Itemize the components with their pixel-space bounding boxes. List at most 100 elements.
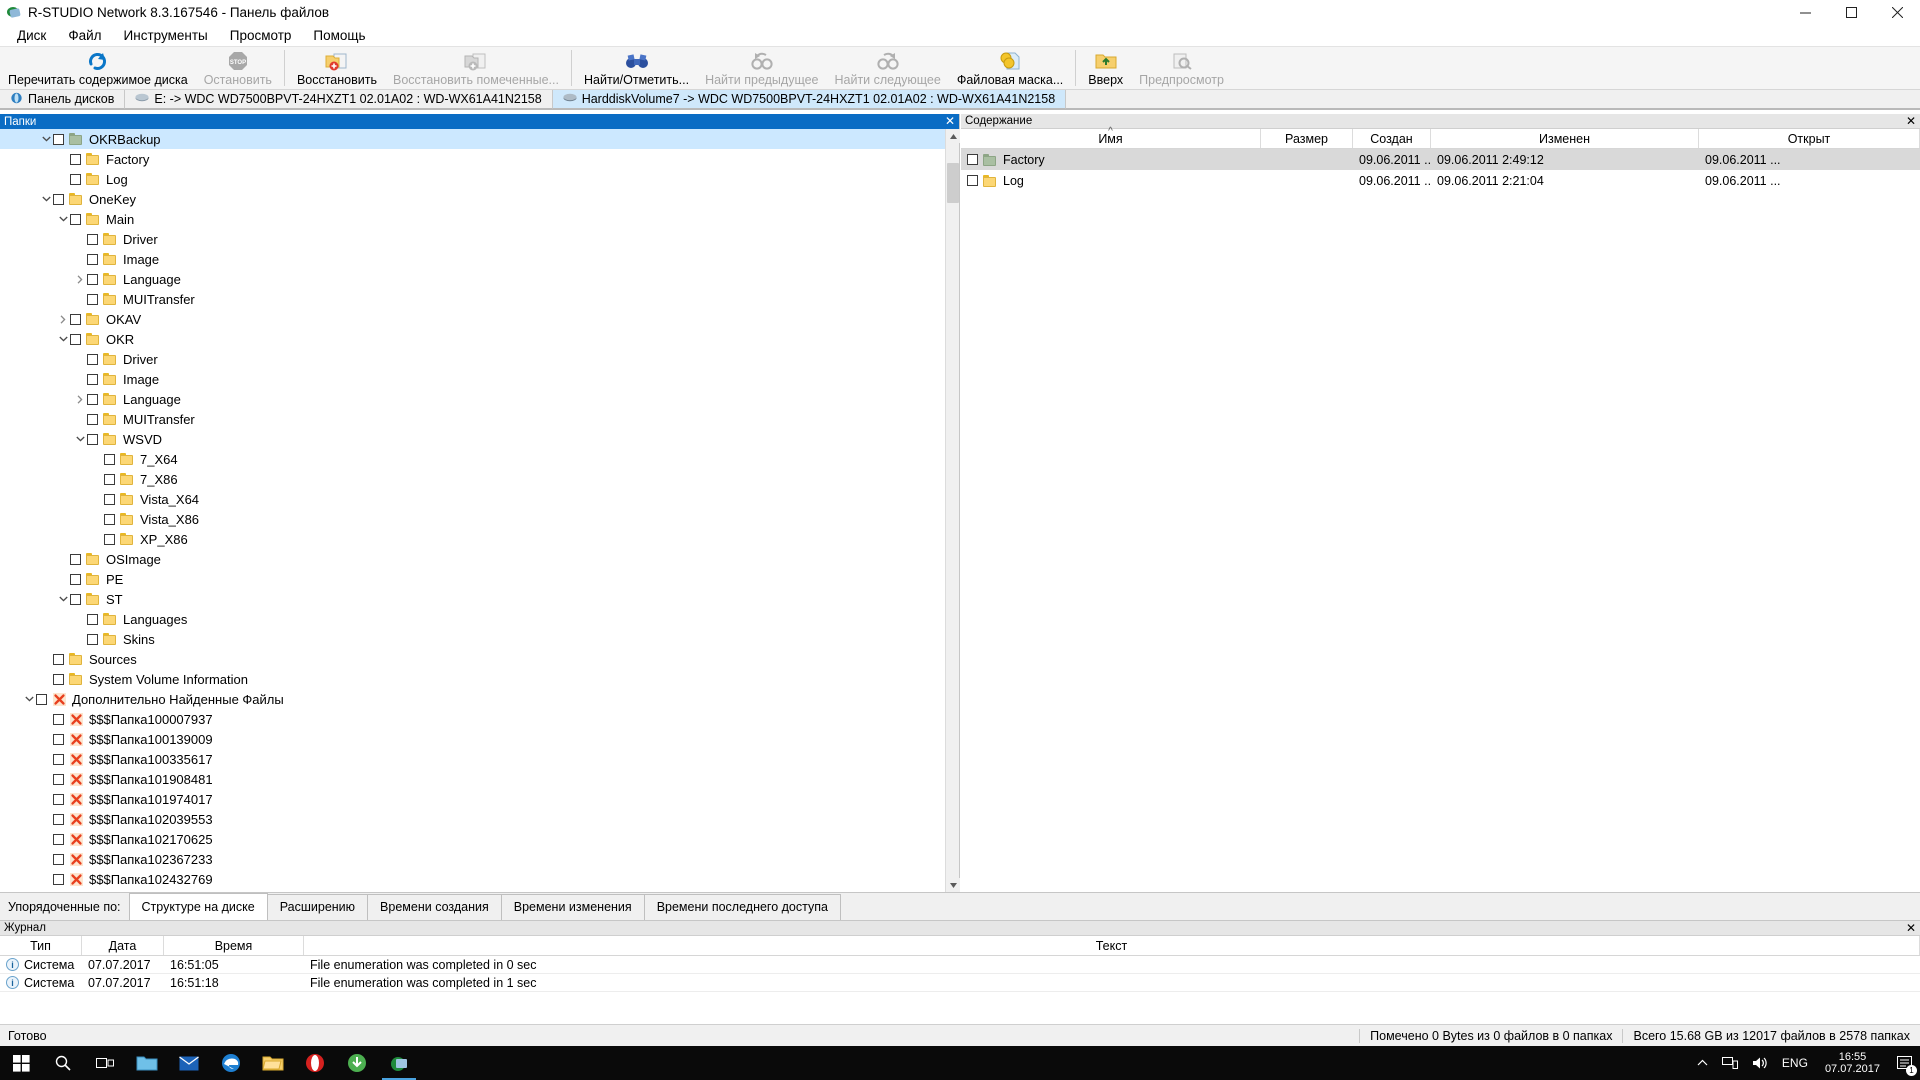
close-icon[interactable]: ✕ — [945, 114, 955, 129]
journal-header-text[interactable]: Текст — [304, 936, 1920, 955]
tree-item[interactable]: Main — [0, 209, 959, 229]
chevron-down-icon[interactable] — [73, 429, 87, 449]
tree-item[interactable]: MUITransfer — [0, 289, 959, 309]
clock[interactable]: 16:55 07.07.2017 — [1815, 1051, 1890, 1075]
toolbar-button-rescan[interactable]: Перечитать содержимое диска — [0, 47, 196, 89]
toolbar-button-recover-marked[interactable]: Восстановить помеченные... — [385, 47, 567, 89]
tree-item[interactable]: $$$Папка100139009 — [0, 729, 959, 749]
tree-item-checkbox[interactable] — [87, 253, 98, 265]
tree-item-checkbox[interactable] — [70, 153, 81, 165]
chevron-right-icon[interactable] — [56, 309, 70, 329]
tree-item-checkbox[interactable] — [87, 233, 98, 245]
tree-item[interactable]: OKRBackup — [0, 129, 959, 149]
content-column-header[interactable]: Создан — [1353, 129, 1431, 148]
chevron-down-icon[interactable] — [56, 209, 70, 229]
journal-header-time[interactable]: Время — [164, 936, 304, 955]
notifications-icon[interactable]: 1 — [1890, 1046, 1920, 1080]
tree-item[interactable]: PE — [0, 569, 959, 589]
menu-item-file[interactable]: Файл — [57, 26, 112, 45]
taskbar-app-edge[interactable] — [210, 1046, 252, 1080]
chevron-right-icon[interactable] — [73, 389, 87, 409]
tree-item[interactable]: Vista_X64 — [0, 489, 959, 509]
taskbar-app-rstudio[interactable] — [378, 1046, 420, 1080]
journal-row[interactable]: i Система 07.07.2017 16:51:18 File enumerati… — [0, 974, 1920, 992]
content-column-header[interactable]: Открыт — [1699, 129, 1920, 148]
tree-item-checkbox[interactable] — [53, 133, 64, 145]
volume-icon[interactable] — [1745, 1056, 1775, 1070]
tree-item[interactable]: Language — [0, 269, 959, 289]
tree-item[interactable]: $$$Папка101908481 — [0, 769, 959, 789]
tree-item-checkbox[interactable] — [87, 373, 98, 385]
menu-item-tools[interactable]: Инструменты — [113, 26, 219, 45]
menu-item-view[interactable]: Просмотр — [219, 26, 303, 45]
tree-item[interactable]: MUITransfer — [0, 409, 959, 429]
tree-item[interactable]: ST — [0, 589, 959, 609]
taskbar-app-torrent[interactable] — [336, 1046, 378, 1080]
scroll-up-arrow-icon[interactable] — [946, 129, 960, 143]
tree-item[interactable]: 7_X86 — [0, 469, 959, 489]
tree-item[interactable]: Image — [0, 369, 959, 389]
tree-item[interactable]: OneKey — [0, 189, 959, 209]
sort-tab[interactable]: Структуре на диске — [128, 893, 268, 920]
chevron-down-icon[interactable] — [39, 129, 53, 149]
tree-item-checkbox[interactable] — [70, 173, 81, 185]
tree-item[interactable]: System Volume Information — [0, 669, 959, 689]
toolbar-button-preview[interactable]: Предпросмотр — [1131, 47, 1232, 89]
tree-item[interactable]: Sources — [0, 649, 959, 669]
tree-item[interactable]: OKAV — [0, 309, 959, 329]
journal-row[interactable]: i Система 07.07.2017 16:51:05 File enumerati… — [0, 956, 1920, 974]
tree-item[interactable]: OKR — [0, 329, 959, 349]
menu-item-disk[interactable]: Диск — [6, 26, 57, 45]
tree-item-checkbox[interactable] — [104, 453, 115, 465]
sort-tab[interactable]: Времени последнего доступа — [643, 894, 841, 920]
scroll-down-arrow-icon[interactable] — [946, 878, 960, 892]
search-button[interactable] — [42, 1046, 84, 1080]
tree-vertical-scrollbar[interactable] — [945, 129, 960, 892]
tree-item[interactable]: OSImage — [0, 549, 959, 569]
content-column-header[interactable]: Размер — [1261, 129, 1353, 148]
folders-tree-scroll-area[interactable]: OKRBackup Factory Log OneKey Main Driver Image… — [0, 129, 959, 892]
scroll-thumb[interactable] — [947, 163, 959, 203]
chevron-down-icon[interactable] — [39, 189, 53, 209]
row-checkbox[interactable] — [967, 175, 978, 186]
close-icon[interactable] — [1874, 0, 1920, 24]
tree-item[interactable]: $$$Папка102170625 — [0, 829, 959, 849]
sort-tab[interactable]: Расширению — [266, 894, 369, 920]
tree-item[interactable]: $$$Папка102432769 — [0, 869, 959, 889]
tree-item-checkbox[interactable] — [87, 393, 98, 405]
toolbar-button-find-mark[interactable]: Найти/Отметить... — [576, 47, 697, 89]
tree-item[interactable]: Log — [0, 169, 959, 189]
taskbar-app-mail[interactable] — [168, 1046, 210, 1080]
tree-item-checkbox[interactable] — [53, 713, 64, 725]
tree-item-checkbox[interactable] — [87, 633, 98, 645]
tab-disk-e[interactable]: E: -> WDC WD7500BPVT-24HXZT1 02.01A02 : … — [125, 90, 553, 109]
menu-item-help[interactable]: Помощь — [302, 26, 376, 45]
sort-tab[interactable]: Времени создания — [367, 894, 502, 920]
tree-item-checkbox[interactable] — [53, 813, 64, 825]
table-row[interactable]: Log 09.06.2011 ... 09.06.2011 2:21:04 09.06… — [961, 170, 1920, 191]
tree-item[interactable]: Language — [0, 389, 959, 409]
chevron-down-icon[interactable] — [56, 329, 70, 349]
tree-item-checkbox[interactable] — [53, 753, 64, 765]
tab-harddiskvolume7[interactable]: HarddiskVolume7 -> WDC WD7500BPVT-24HXZT… — [552, 90, 1067, 109]
tree-item-checkbox[interactable] — [53, 673, 64, 685]
toolbar-button-find-next[interactable]: Найти следующее — [827, 47, 949, 89]
tab-drives-panel[interactable]: Панель дисков — [0, 90, 126, 109]
tree-item-checkbox[interactable] — [36, 693, 47, 705]
tree-item-checkbox[interactable] — [70, 553, 81, 565]
toolbar-button-file-mask[interactable]: Файловая маска... — [949, 47, 1071, 89]
tree-item-checkbox[interactable] — [87, 413, 98, 425]
start-button[interactable] — [0, 1046, 42, 1080]
journal-header-type[interactable]: Тип — [0, 936, 82, 955]
tree-item-checkbox[interactable] — [87, 433, 98, 445]
tree-item-checkbox[interactable] — [53, 853, 64, 865]
tree-item-checkbox[interactable] — [70, 213, 81, 225]
tree-item[interactable]: Vista_X86 — [0, 509, 959, 529]
tree-item-checkbox[interactable] — [104, 473, 115, 485]
tree-item[interactable]: 7_X64 — [0, 449, 959, 469]
journal-header-date[interactable]: Дата — [82, 936, 164, 955]
tree-item[interactable]: Driver — [0, 349, 959, 369]
toolbar-button-up[interactable]: Вверх — [1080, 47, 1131, 89]
tree-item-checkbox[interactable] — [53, 873, 64, 885]
taskbar-app-opera[interactable] — [294, 1046, 336, 1080]
